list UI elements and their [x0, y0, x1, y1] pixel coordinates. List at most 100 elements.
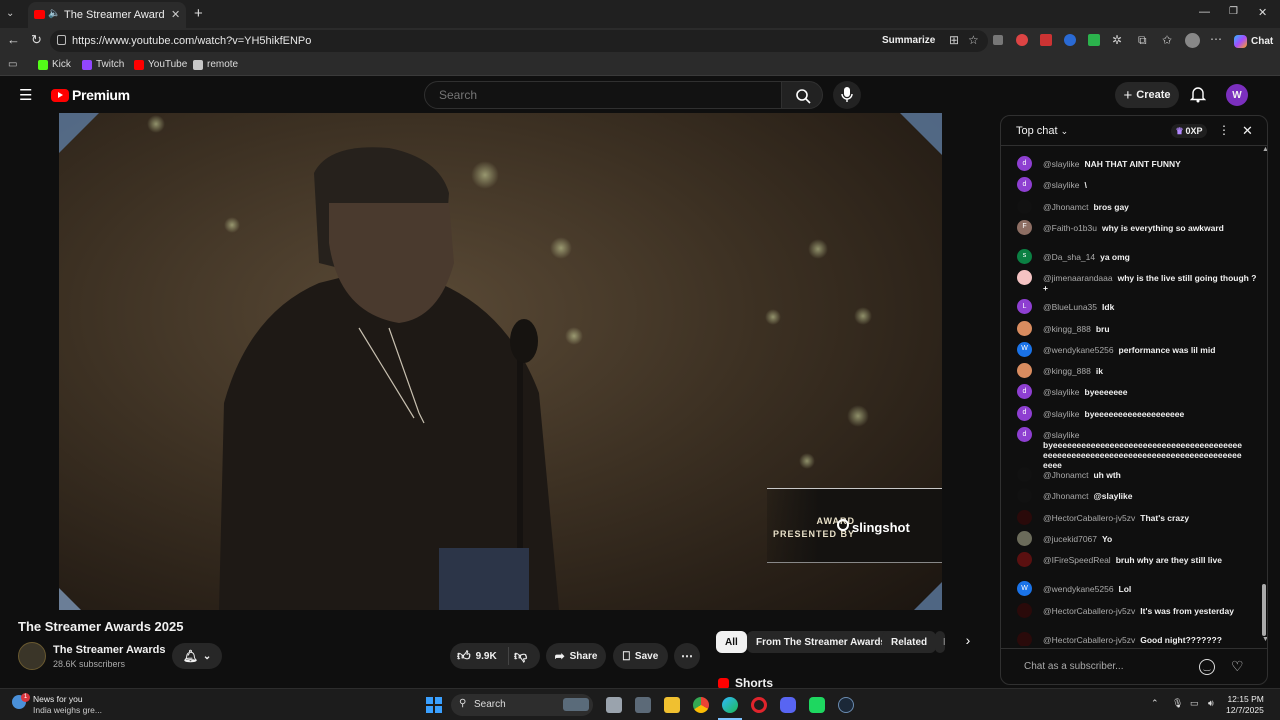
chat-author-avatar[interactable]: d	[1017, 177, 1032, 193]
steam-icon[interactable]	[838, 697, 854, 713]
extension-icon[interactable]	[1040, 34, 1052, 46]
extensions-puzzle-icon[interactable]: ✲	[1112, 33, 1122, 47]
taskbar-search[interactable]: ⚲ Search	[451, 694, 593, 716]
bookmark-kick[interactable]: Kick	[38, 59, 71, 70]
chat-message[interactable]: @jucekid7067 Yo	[1017, 530, 1257, 546]
chip-from-channel[interactable]: From The Streamer Awards	[747, 631, 896, 653]
xp-badge[interactable]: ♛ 0XP	[1171, 124, 1207, 138]
chat-input-field[interactable]: Chat as a subscriber...	[1024, 661, 1124, 672]
chat-message[interactable]: W @wendykane5256 Lol	[1017, 581, 1257, 597]
file-explorer-icon[interactable]	[664, 697, 680, 713]
close-chat-icon[interactable]: ✕	[1242, 123, 1253, 139]
close-tab-icon[interactable]: ✕	[171, 8, 180, 21]
chat-author-name[interactable]: @kingg_888	[1043, 324, 1091, 334]
chat-author-avatar[interactable]	[1017, 509, 1032, 525]
video-player[interactable]: AWARD PRESENTED BY slingshot	[59, 113, 942, 610]
start-windows-icon[interactable]	[426, 697, 442, 713]
chat-message[interactable]: @HectorCaballero-jv5zv It's was from yest…	[1017, 602, 1257, 618]
browser-tab-active[interactable]: 🔈 The Streamer Awards 2025 - Y ✕	[28, 2, 186, 28]
back-icon[interactable]: ←	[7, 32, 20, 47]
search-button[interactable]	[781, 81, 823, 109]
news-widget-title[interactable]: News for you	[33, 694, 83, 704]
menu-icon[interactable]: ☰	[19, 86, 32, 104]
search-input-box[interactable]	[424, 81, 782, 109]
chat-author-name[interactable]: @jucekid7067	[1043, 534, 1097, 544]
system-clock[interactable]: 12:15 PM 12/7/2025	[1226, 694, 1264, 716]
chat-author-avatar[interactable]: d	[1017, 427, 1032, 442]
chat-author-avatar[interactable]: d	[1017, 384, 1032, 400]
chat-message[interactable]: d @slaylike byeeeeeee	[1017, 384, 1257, 400]
discord-icon[interactable]	[780, 697, 796, 713]
microphone-tray-icon[interactable]: 🎙︎	[1172, 698, 1183, 709]
chip-partial[interactable]: F	[935, 631, 945, 653]
chat-message[interactable]: d @slaylike byeeeeeeeeeeeeeeeeeeeeeeeeeeee…	[1017, 427, 1257, 470]
chat-author-avatar[interactable]	[1017, 631, 1032, 646]
chat-author-avatar[interactable]: d	[1017, 156, 1032, 171]
chat-message[interactable]: L @BlueLuna35 Idk	[1017, 299, 1257, 315]
chat-message[interactable]: d @slaylike NAH THAT AINT FUNNY	[1017, 156, 1257, 171]
chat-author-name[interactable]: @Jhonamct	[1043, 202, 1088, 212]
chat-author-name[interactable]: @jimenaarandaаа	[1043, 273, 1113, 283]
chat-author-name[interactable]: @wendykane5256	[1043, 584, 1114, 594]
url-field[interactable]: https://www.youtube.com/watch?v=YH5hikfE…	[50, 30, 988, 52]
bookmark-remote[interactable]: remote	[193, 59, 238, 70]
account-avatar[interactable]: W	[1226, 84, 1248, 106]
search-input[interactable]	[439, 88, 769, 102]
chat-author-name[interactable]: @slaylike	[1043, 159, 1080, 169]
chat-author-avatar[interactable]	[1017, 552, 1032, 568]
dislike-icon[interactable]: 👎︎	[514, 648, 527, 664]
app-green-icon[interactable]	[809, 697, 825, 713]
chat-author-avatar[interactable]: W	[1017, 341, 1032, 357]
channel-avatar[interactable]	[18, 642, 46, 670]
chat-author-avatar[interactable]	[1017, 488, 1032, 504]
extension-icon[interactable]	[993, 35, 1003, 45]
chat-author-name[interactable]: @HectorCaballero-jv5zv	[1043, 635, 1135, 645]
chat-author-avatar[interactable]: L	[1017, 299, 1032, 315]
chrome-icon[interactable]	[693, 697, 709, 713]
volume-tray-icon[interactable]: 🔊︎	[1208, 698, 1214, 709]
chat-message[interactable]: @jimenaarandaаа why is the live still goi…	[1017, 270, 1257, 293]
chat-message[interactable]: F @Faith-o1b3u why is everything so awkwar…	[1017, 219, 1257, 235]
speaker-icon[interactable]: 🔈	[48, 8, 60, 19]
chat-author-name[interactable]: @Da_sha_14	[1043, 252, 1095, 262]
reload-icon[interactable]: ↻	[31, 32, 42, 48]
chat-message[interactable]: @kingg_888 ik	[1017, 363, 1257, 379]
save-button[interactable]: ⎕ Save	[613, 643, 668, 669]
chat-author-name[interactable]: @IFireSpeedReal	[1043, 555, 1111, 565]
extension-icon[interactable]	[1016, 34, 1028, 46]
scroll-down-icon[interactable]: ▼	[1262, 636, 1267, 643]
favorite-star-icon[interactable]: ☆	[968, 33, 979, 47]
chat-message[interactable]: @Jhonamct @slaylike	[1017, 488, 1257, 504]
collections-icon[interactable]: ▭	[8, 59, 17, 70]
chat-message[interactable]: @kingg_888 bru	[1017, 320, 1257, 336]
extension-icon[interactable]	[1064, 34, 1076, 46]
minimize-icon[interactable]: —	[1199, 6, 1210, 18]
chat-message[interactable]: @Jhonamct bros gay	[1017, 198, 1257, 214]
like-icon[interactable]: 👍︎	[457, 648, 471, 664]
chat-author-avatar[interactable]: W	[1017, 581, 1032, 597]
chips-next-arrow-icon[interactable]: ›	[958, 632, 978, 652]
chat-message[interactable]: d @slaylike byeeeeeeeeeeeeeeeeeee	[1017, 405, 1257, 421]
tab-list-chevron-icon[interactable]: ⌄	[6, 8, 14, 19]
chat-author-avatar[interactable]	[1017, 320, 1032, 336]
new-tab-icon[interactable]: +	[194, 5, 203, 22]
youtube-premium-logo[interactable]: Premium	[51, 87, 130, 103]
chat-scroll-thumb[interactable]	[1262, 584, 1266, 636]
chat-author-name[interactable]: @HectorCaballero-jv5zv	[1043, 513, 1135, 523]
favorites-icon[interactable]: ✩	[1162, 33, 1172, 47]
profile-icon[interactable]	[1185, 33, 1200, 48]
chat-author-name[interactable]: @wendykane5256	[1043, 345, 1114, 355]
chat-author-name[interactable]: @Jhonamct	[1043, 470, 1088, 480]
chip-all[interactable]: All	[716, 631, 747, 653]
chat-author-avatar[interactable]	[1017, 198, 1032, 214]
more-actions-button[interactable]: ⋯	[674, 643, 700, 669]
more-options-icon[interactable]: ⋯	[1210, 32, 1222, 46]
site-info-icon[interactable]	[57, 35, 66, 45]
channel-name[interactable]: The Streamer Awards	[53, 644, 166, 656]
app-icon[interactable]	[635, 697, 651, 713]
edge-icon[interactable]	[722, 697, 738, 713]
summarize-button[interactable]: Summarize	[882, 35, 935, 46]
task-view-icon[interactable]	[606, 697, 622, 713]
chat-message[interactable]: @HectorCaballero-jv5zv Good night???????	[1017, 631, 1257, 646]
emoji-icon[interactable]: ‿	[1199, 659, 1215, 675]
